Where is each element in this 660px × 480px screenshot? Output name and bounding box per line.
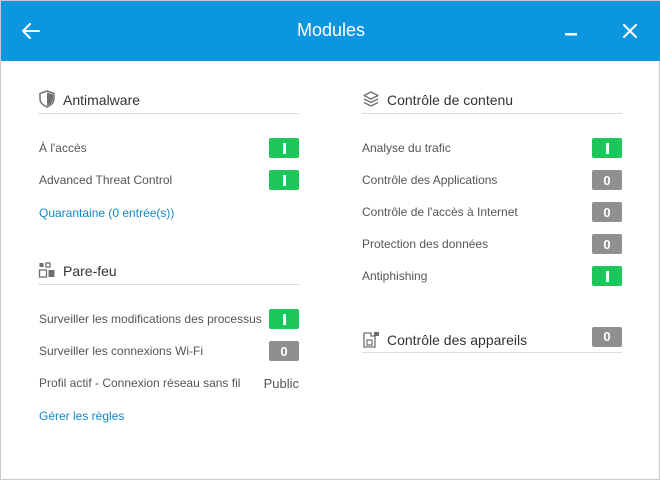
process-monitoring-toggle[interactable] <box>269 309 299 329</box>
row-traffic-scan: Analyse du trafic <box>362 138 622 158</box>
row-process-monitoring: Surveiller les modifications des process… <box>39 309 299 329</box>
row-advanced-threat-control: Advanced Threat Control <box>39 170 299 190</box>
quarantine-link[interactable]: Quarantaine (0 entrée(s)) <box>39 206 174 220</box>
shield-icon <box>39 90 55 108</box>
minimize-icon <box>565 33 577 36</box>
title-bar: Modules <box>1 1 660 61</box>
on-access-label: À l'accès <box>39 141 87 155</box>
data-protection-toggle[interactable]: 0 <box>592 234 622 254</box>
wifi-monitoring-toggle[interactable]: 0 <box>269 341 299 361</box>
device-icon <box>363 331 379 348</box>
manage-rules-link[interactable]: Gérer les règles <box>39 409 124 423</box>
internet-access-toggle[interactable]: 0 <box>592 202 622 222</box>
firewall-title: Pare-feu <box>63 263 117 279</box>
layers-icon <box>363 91 379 107</box>
process-monitoring-label: Surveiller les modifications des process… <box>39 312 262 326</box>
atc-toggle[interactable] <box>269 170 299 190</box>
device-control-toggle[interactable]: 0 <box>592 326 622 347</box>
antimalware-header: Antimalware <box>38 90 299 114</box>
row-antiphishing: Antiphishing <box>362 266 622 286</box>
antimalware-title: Antimalware <box>63 92 141 108</box>
close-icon <box>623 24 637 38</box>
data-protection-label: Protection des données <box>362 237 489 251</box>
close-button[interactable] <box>615 16 645 46</box>
traffic-scan-toggle[interactable] <box>592 138 622 158</box>
firewall-icon <box>38 262 55 278</box>
modules-window: Modules Antimalware À l'accès Advanced T… <box>0 0 660 480</box>
active-profile-value: Public <box>263 375 299 391</box>
application-control-label: Contrôle des Applications <box>362 173 498 187</box>
device-control-header: Contrôle des appareils 0 <box>362 326 622 353</box>
firewall-header: Pare-feu <box>38 262 299 285</box>
atc-label: Advanced Threat Control <box>39 173 173 187</box>
on-access-toggle[interactable] <box>269 138 299 158</box>
traffic-scan-label: Analyse du trafic <box>362 141 451 155</box>
antiphishing-toggle[interactable] <box>592 266 622 286</box>
row-active-profile: Profil actif - Connexion réseau sans fil… <box>39 373 299 393</box>
minimize-button[interactable] <box>556 16 586 46</box>
application-control-toggle[interactable]: 0 <box>592 170 622 190</box>
antiphishing-label: Antiphishing <box>362 269 428 283</box>
content-control-title: Contrôle de contenu <box>387 92 514 108</box>
row-wifi-monitoring: Surveiller les connexions Wi-Fi 0 <box>39 341 299 361</box>
row-application-control: Contrôle des Applications 0 <box>362 170 622 190</box>
row-internet-access-control: Contrôle de l'accès à Internet 0 <box>362 202 622 222</box>
wifi-monitoring-label: Surveiller les connexions Wi-Fi <box>39 344 204 358</box>
device-control-title: Contrôle des appareils <box>387 331 528 348</box>
active-profile-label: Profil actif - Connexion réseau sans fil <box>39 376 241 390</box>
internet-access-label: Contrôle de l'accès à Internet <box>362 205 518 219</box>
row-on-access: À l'accès <box>39 138 299 158</box>
content-control-header: Contrôle de contenu <box>362 91 622 114</box>
row-data-protection: Protection des données 0 <box>362 234 622 254</box>
